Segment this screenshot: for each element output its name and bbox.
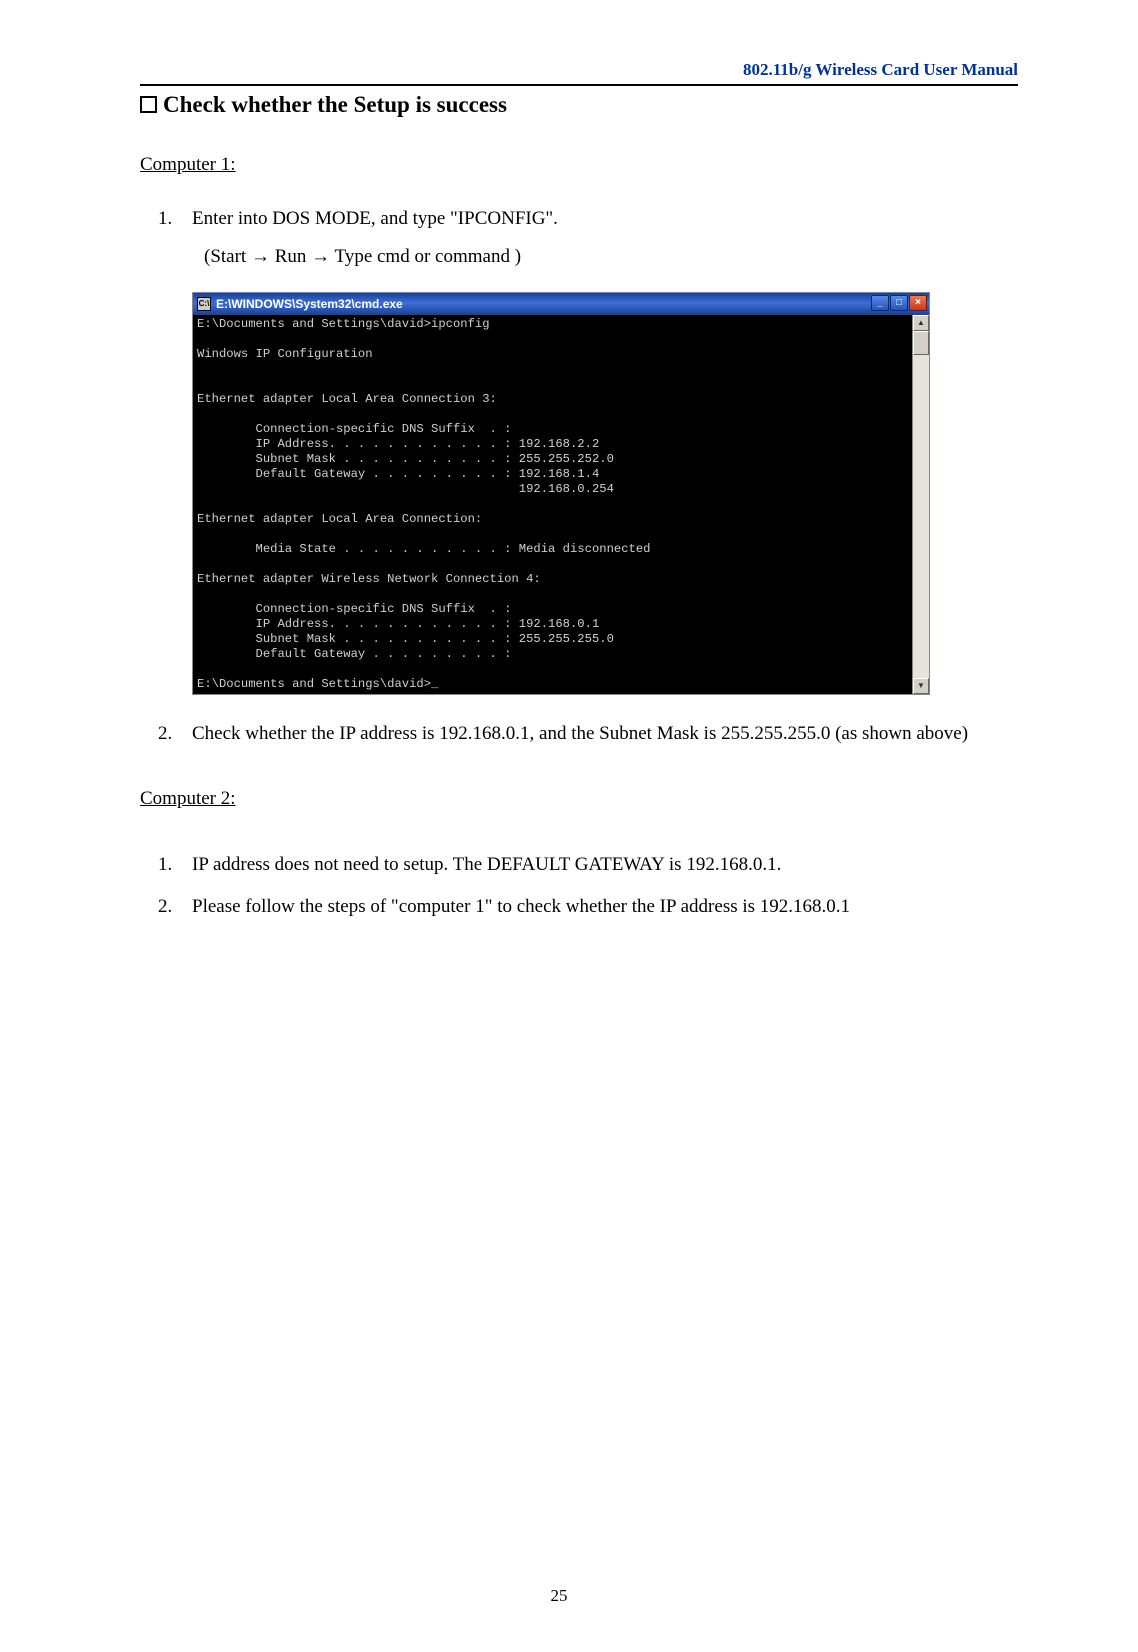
cmd-titlebar: C:\ E:\WINDOWS\System32\cmd.exe _ □ × <box>193 293 929 315</box>
list-item: Enter into DOS MODE, and type "IPCONFIG"… <box>192 202 1018 274</box>
chevron-down-icon: ▼ <box>914 679 928 693</box>
window-controls: _ □ × <box>871 295 927 311</box>
list-item-subtext: (Start → Run → Type cmd or command ) <box>192 240 1018 274</box>
list-item: Check whether the IP address is 192.168.… <box>192 717 1018 751</box>
list-item-text: Enter into DOS MODE, and type "IPCONFIG"… <box>192 208 558 229</box>
chevron-up-icon: ▲ <box>914 316 928 330</box>
cmd-body-wrap: E:\Documents and Settings\david>ipconfig… <box>193 315 929 694</box>
section-title: Check whether the Setup is success <box>140 92 1018 118</box>
scroll-up-button[interactable]: ▲ <box>913 315 929 331</box>
scrollbar[interactable]: ▲ ▼ <box>912 315 929 694</box>
list-item: Please follow the steps of "computer 1" … <box>192 890 1018 924</box>
minimize-button[interactable]: _ <box>871 295 889 311</box>
cmd-title-text: E:\WINDOWS\System32\cmd.exe <box>216 297 403 311</box>
cmd-output: E:\Documents and Settings\david>ipconfig… <box>193 315 912 694</box>
header-title: 802.11b/g Wireless Card User Manual <box>743 60 1018 79</box>
cmd-screenshot: C:\ E:\WINDOWS\System32\cmd.exe _ □ × E:… <box>192 292 1018 695</box>
scroll-thumb[interactable] <box>913 331 929 355</box>
computer2-heading: Computer 2: <box>140 788 1018 810</box>
scroll-track[interactable] <box>913 331 929 678</box>
scroll-down-button[interactable]: ▼ <box>913 678 929 694</box>
computer1-list-cont: Check whether the IP address is 192.168.… <box>140 717 1018 751</box>
list-item-text: Check whether the IP address is 192.168.… <box>192 723 968 744</box>
computer1-list: Enter into DOS MODE, and type "IPCONFIG"… <box>140 202 1018 274</box>
computer1-heading: Computer 1: <box>140 154 1018 176</box>
page-number: 25 <box>0 1586 1118 1606</box>
checkbox-bullet-icon <box>140 96 157 113</box>
cmd-window: C:\ E:\WINDOWS\System32\cmd.exe _ □ × E:… <box>192 292 930 695</box>
page-header: 802.11b/g Wireless Card User Manual <box>140 60 1018 86</box>
list-item-text: Please follow the steps of "computer 1" … <box>192 896 850 917</box>
list-item: IP address does not need to setup. The D… <box>192 848 1018 882</box>
close-button[interactable]: × <box>909 295 927 311</box>
computer2-list: IP address does not need to setup. The D… <box>140 848 1018 924</box>
section-title-text: Check whether the Setup is success <box>163 92 507 117</box>
cmd-icon: C:\ <box>197 297 211 311</box>
maximize-button[interactable]: □ <box>890 295 908 311</box>
list-item-text: IP address does not need to setup. The D… <box>192 854 781 875</box>
